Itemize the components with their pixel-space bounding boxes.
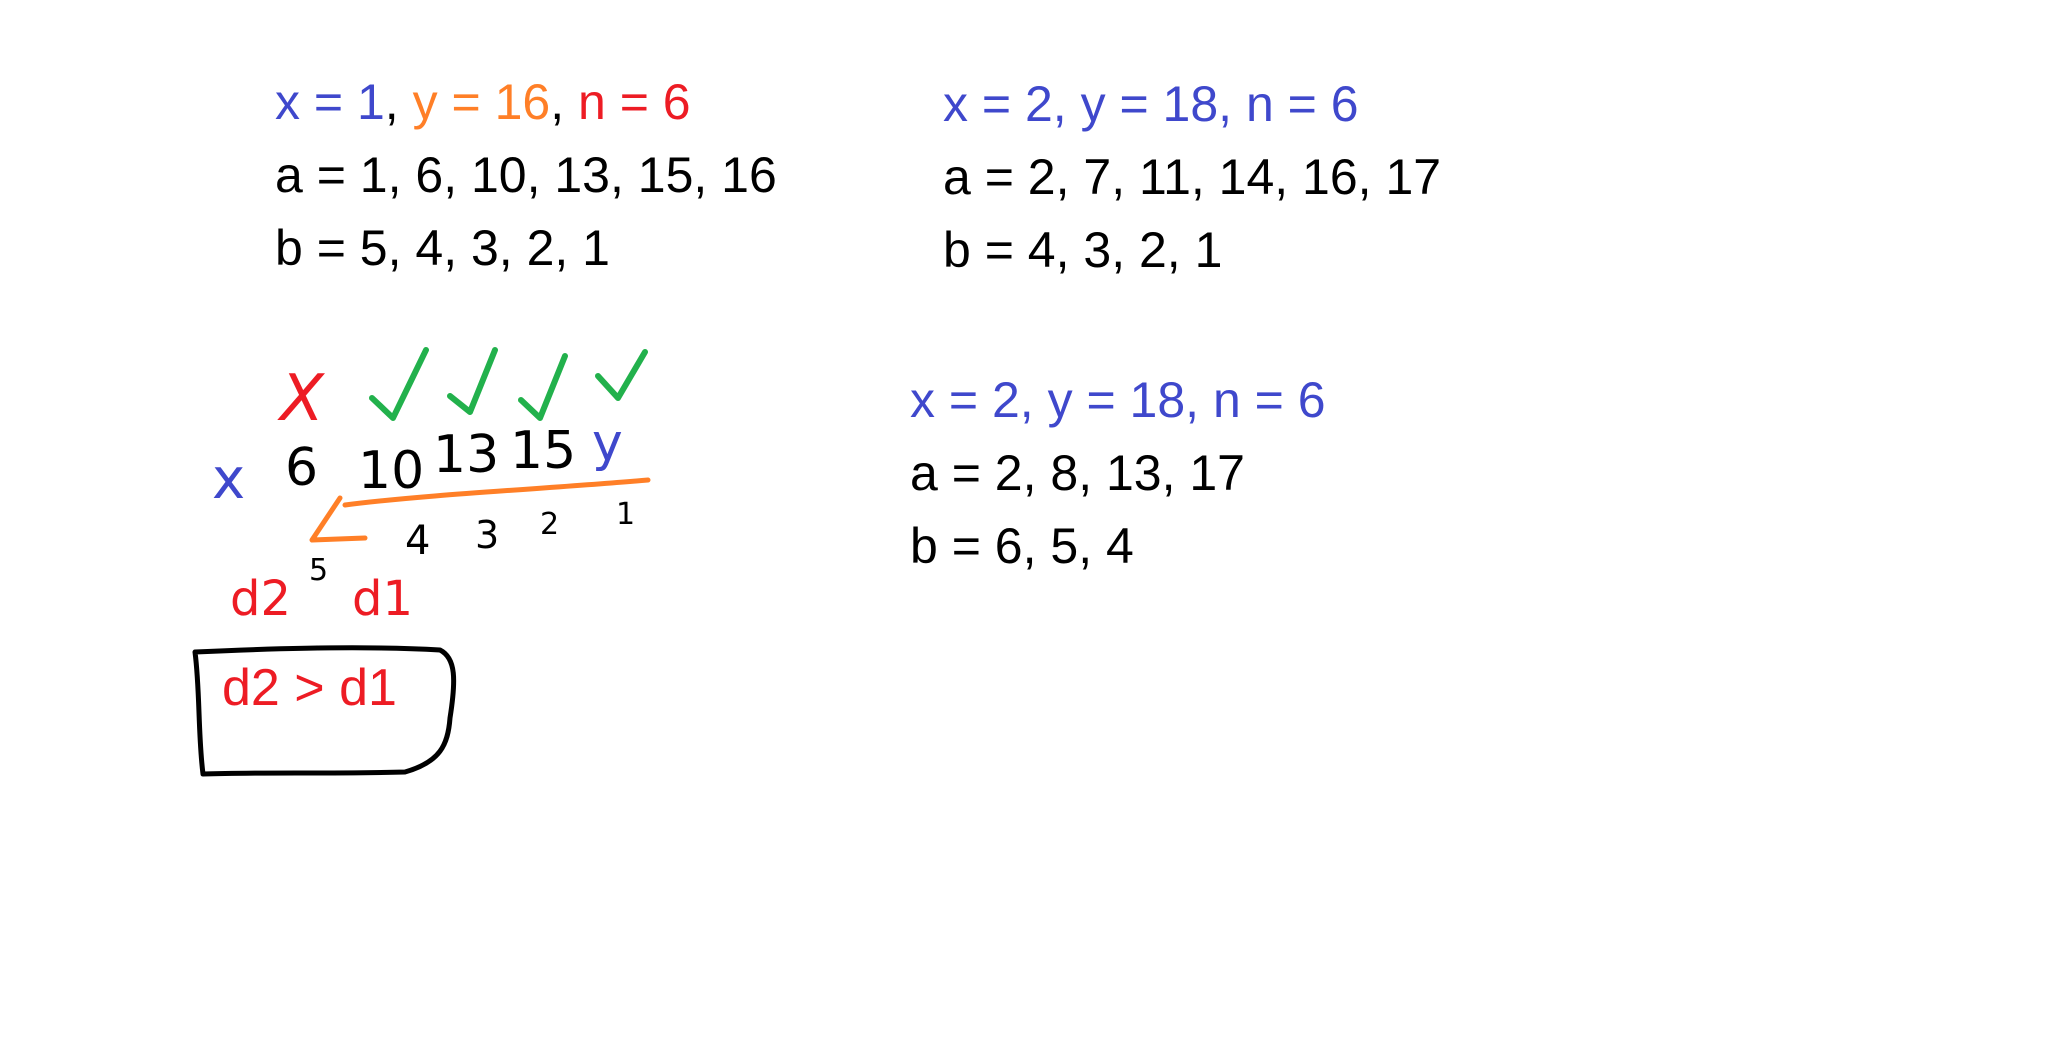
label-d1: d1 (352, 571, 413, 627)
cross-mark: X (277, 362, 325, 436)
conclusion-text: d2 > d1 (222, 659, 397, 717)
gap-value: 2 (540, 507, 559, 542)
check-icon (595, 349, 648, 401)
gap-value: 5 (309, 553, 328, 588)
sequence-end-y: y (592, 413, 623, 473)
gap-value: 1 (616, 497, 635, 532)
gap-value: 4 (405, 518, 430, 564)
label-d2: d2 (230, 571, 291, 627)
sequence-value: 15 (510, 421, 576, 481)
check-icon (518, 353, 568, 421)
check-icon (447, 347, 498, 415)
sequence-value: 13 (433, 425, 499, 485)
check-icon (369, 347, 429, 421)
sequence-value: 6 (285, 438, 318, 498)
sequence-start-x: x (212, 447, 245, 512)
gap-value: 3 (475, 513, 499, 557)
sequence-value: 10 (358, 441, 424, 501)
sketch-diagram: X x 6 10 13 15 y 5 4 3 2 1 d2 d1 (192, 347, 651, 777)
